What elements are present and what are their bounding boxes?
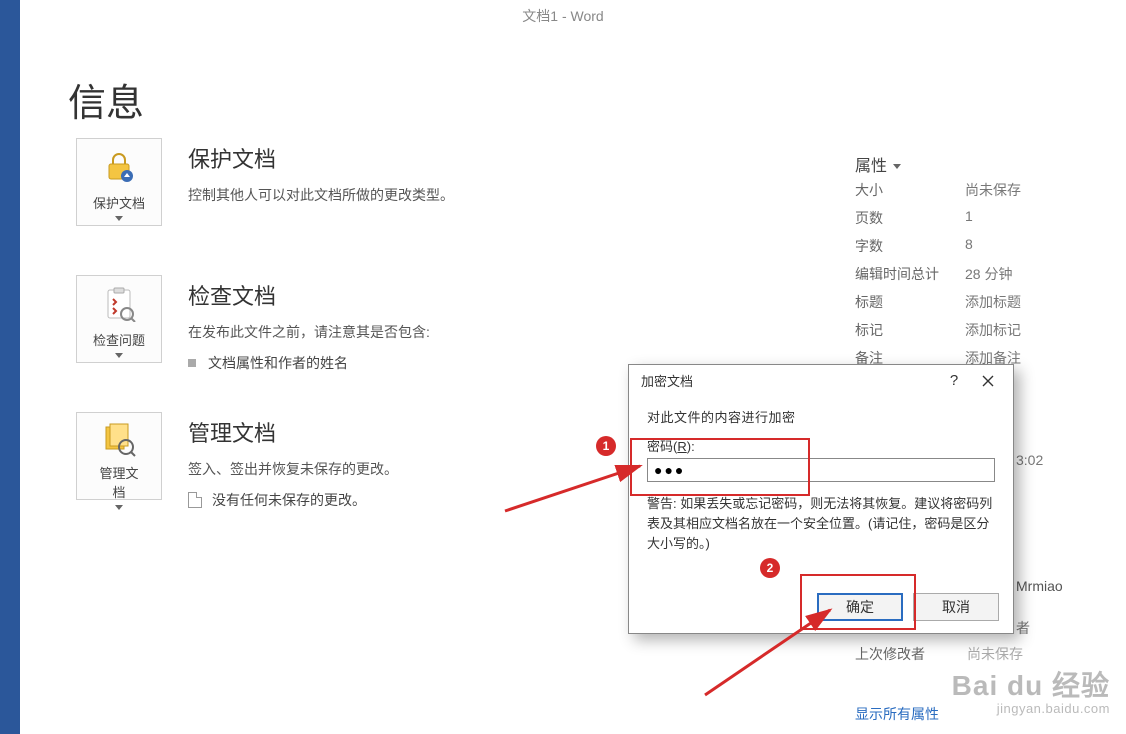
protect-card-label: 保护文档 <box>93 193 145 212</box>
show-all-properties-link[interactable]: 显示所有属性 <box>855 704 939 724</box>
document-icon <box>188 492 202 508</box>
prop-row-size: 大小尚未保存 <box>855 180 1105 200</box>
close-icon[interactable] <box>971 367 1005 395</box>
manage-document-card[interactable]: 管理文 档 <box>76 412 162 500</box>
prop-row-title[interactable]: 标题添加标题 <box>855 292 1105 312</box>
protect-section: 保护文档 控制其他人可以对此文档所做的更改类型。 <box>188 142 618 208</box>
dialog-warning: 警告: 如果丢失或忘记密码，则无法将其恢复。建议将密码列表及其相应文档名放在一个… <box>647 494 995 554</box>
dialog-titlebar[interactable]: 加密文档 ? <box>629 365 1013 397</box>
inspect-section: 检查文档 在发布此文件之前，请注意其是否包含: 文档属性和作者的姓名 <box>188 279 618 373</box>
inspect-desc: 在发布此文件之前，请注意其是否包含: <box>188 321 618 345</box>
dialog-instruction: 对此文件的内容进行加密 <box>647 407 995 426</box>
checklist-icon <box>99 284 139 324</box>
prop-lastmod-key: 上次修改者 <box>855 644 965 664</box>
prop-author-value: Mrmiao <box>1016 578 1063 594</box>
chevron-down-icon <box>115 505 123 510</box>
prop-row-pages: 页数1 <box>855 208 1105 228</box>
prop-row-tags[interactable]: 标记添加标记 <box>855 320 1105 340</box>
protect-title: 保护文档 <box>188 142 618 174</box>
inspect-title: 检查文档 <box>188 279 618 311</box>
properties-heading[interactable]: 属性 <box>855 152 901 176</box>
manage-empty: 没有任何未保存的更改。 <box>212 490 366 510</box>
watermark-logo: Bai du 经验 <box>952 671 1110 702</box>
chevron-down-icon <box>115 353 123 358</box>
inspect-card-label: 检查问题 <box>93 330 145 349</box>
ok-button[interactable]: 确定 <box>817 593 903 621</box>
documents-icon <box>99 421 139 457</box>
manage-card-label: 管理文 档 <box>99 463 138 501</box>
lock-icon <box>99 147 139 187</box>
prop-row-words: 字数8 <box>855 236 1105 256</box>
inspect-bullet-1: 文档属性和作者的姓名 <box>208 353 348 373</box>
prop-lastmod-value: 尚未保存 <box>967 644 1023 664</box>
dialog-title: 加密文档 <box>641 371 693 390</box>
page-title: 信息 <box>68 72 144 127</box>
cancel-button[interactable]: 取消 <box>913 593 999 621</box>
manage-title: 管理文档 <box>188 416 618 448</box>
inspect-document-card[interactable]: 检查问题 <box>76 275 162 363</box>
backstage-left-strip <box>0 0 20 734</box>
watermark: Bai du 经验 jingyan.baidu.com <box>952 671 1110 716</box>
prop-row-edittime: 编辑时间总计28 分钟 <box>855 264 1105 284</box>
protect-desc: 控制其他人可以对此文档所做的更改类型。 <box>188 184 618 208</box>
manage-desc: 签入、签出并恢复未保存的更改。 <box>188 458 618 482</box>
encrypt-document-dialog: 加密文档 ? 对此文件的内容进行加密 密码(R): 警告: 如果丢失或忘记密码，… <box>628 364 1014 634</box>
chevron-down-icon <box>115 216 123 221</box>
protect-document-card[interactable]: 保护文档 <box>76 138 162 226</box>
prop-author-suffix: 者 <box>1016 618 1030 638</box>
prop-extra-time: 3:02 <box>1016 452 1043 468</box>
password-label: 密码(R): <box>647 436 995 455</box>
bullet-icon <box>188 359 196 367</box>
password-input[interactable] <box>647 458 995 482</box>
manage-section: 管理文档 签入、签出并恢复未保存的更改。 没有任何未保存的更改。 <box>188 416 618 510</box>
watermark-url: jingyan.baidu.com <box>952 702 1110 716</box>
dialog-help-button[interactable]: ? <box>937 367 971 395</box>
window-title: 文档1 - Word <box>0 6 1126 26</box>
